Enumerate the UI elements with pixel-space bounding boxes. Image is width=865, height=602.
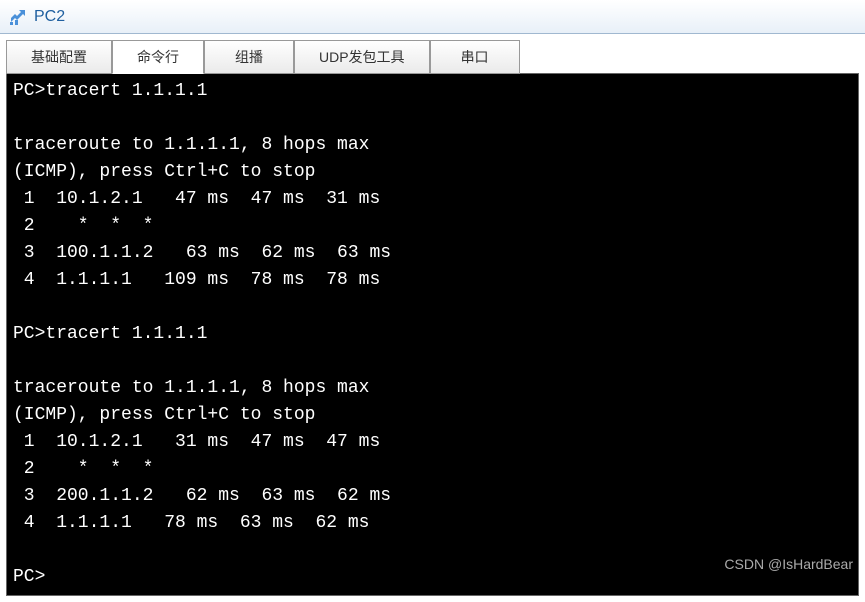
app-icon: [8, 7, 28, 27]
tab-udp-packet-tool[interactable]: UDP发包工具: [294, 40, 430, 74]
tab-command-line[interactable]: 命令行: [112, 40, 204, 74]
tab-multicast[interactable]: 组播: [204, 40, 294, 74]
watermark: CSDN @IsHardBear: [724, 556, 853, 572]
tab-serial[interactable]: 串口: [430, 40, 520, 74]
terminal-output[interactable]: PC>tracert 1.1.1.1 traceroute to 1.1.1.1…: [6, 73, 859, 596]
title-bar: PC2: [0, 0, 865, 34]
tab-basic-config[interactable]: 基础配置: [6, 40, 112, 74]
window-title: PC2: [34, 8, 65, 26]
tab-bar: 基础配置 命令行 组播 UDP发包工具 串口: [6, 40, 859, 74]
content-area: 基础配置 命令行 组播 UDP发包工具 串口 PC>tracert 1.1.1.…: [0, 34, 865, 602]
